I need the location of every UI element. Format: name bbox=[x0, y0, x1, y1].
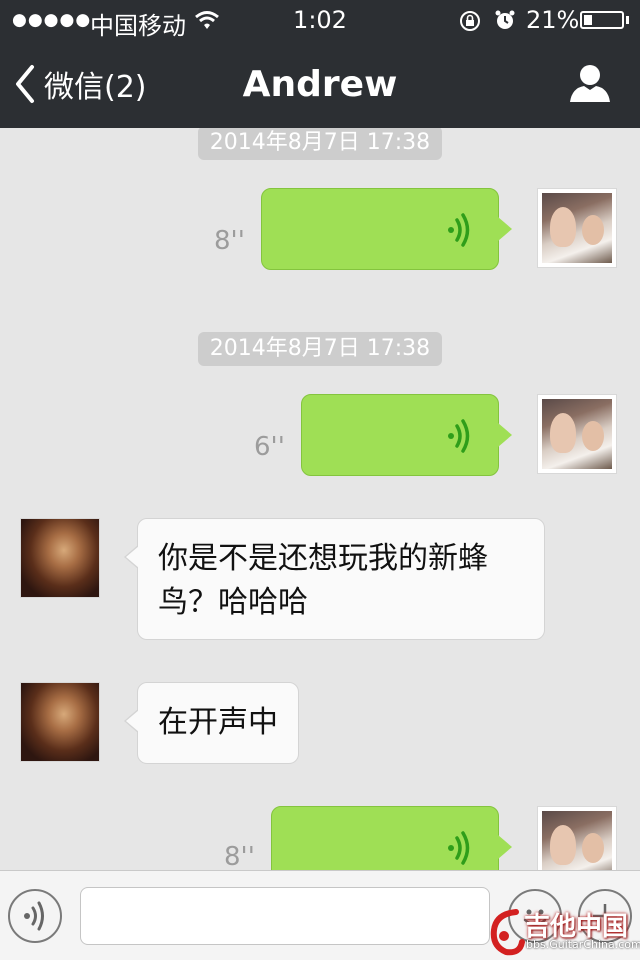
back-button[interactable]: 微信(2) bbox=[14, 60, 147, 108]
watermark-logo: 吉他中国 bbs.GuitarChina.com bbox=[486, 906, 640, 956]
voice-duration: 6'' bbox=[254, 432, 285, 462]
avatar[interactable] bbox=[537, 394, 617, 474]
message-line: 你是不是还想玩我的新蜂 bbox=[158, 541, 488, 576]
chat-header: 微信(2) Andrew bbox=[0, 40, 640, 128]
message-line: 鸟？哈哈哈 bbox=[158, 585, 308, 620]
battery-tip bbox=[626, 16, 629, 24]
profile-icon[interactable] bbox=[568, 62, 612, 106]
back-label: 微信(2) bbox=[44, 70, 147, 105]
avatar[interactable] bbox=[20, 518, 100, 598]
voice-mode-button[interactable] bbox=[8, 889, 62, 943]
rotation-lock-icon bbox=[458, 9, 482, 37]
message-line: 在开声中 bbox=[158, 705, 278, 740]
message-list[interactable]: 2014年8月7日 17:38 8'' 2014年8月7日 17:38 6'' … bbox=[0, 128, 640, 870]
message-input[interactable] bbox=[80, 887, 490, 945]
battery-icon bbox=[580, 11, 624, 29]
voice-wave-icon bbox=[448, 213, 470, 247]
status-bar: ●●●●● 中国移动 1:02 21% bbox=[0, 0, 640, 40]
chevron-left-icon bbox=[16, 65, 34, 103]
voice-message[interactable] bbox=[261, 188, 512, 270]
voice-wave-icon bbox=[448, 831, 470, 865]
voice-wave-icon bbox=[448, 419, 470, 453]
voice-message[interactable] bbox=[271, 806, 512, 870]
timestamp: 2014年8月7日 17:38 bbox=[198, 128, 442, 160]
text-message[interactable]: 在开声中 bbox=[124, 682, 299, 764]
voice-duration: 8'' bbox=[214, 226, 245, 256]
battery-percent: 21% bbox=[526, 6, 580, 34]
text-message[interactable]: 你是不是还想玩我的新蜂 鸟？哈哈哈 bbox=[124, 518, 545, 640]
alarm-icon bbox=[494, 9, 516, 35]
voice-message[interactable] bbox=[301, 394, 512, 476]
timestamp: 2014年8月7日 17:38 bbox=[198, 332, 442, 366]
guitar-logo-icon bbox=[490, 909, 525, 956]
avatar[interactable] bbox=[20, 682, 100, 762]
voice-mode-icon bbox=[24, 901, 44, 931]
watermark-sub: bbs.GuitarChina.com bbox=[526, 938, 640, 951]
voice-duration: 8'' bbox=[224, 842, 255, 870]
avatar[interactable] bbox=[537, 188, 617, 268]
avatar[interactable] bbox=[537, 806, 617, 870]
